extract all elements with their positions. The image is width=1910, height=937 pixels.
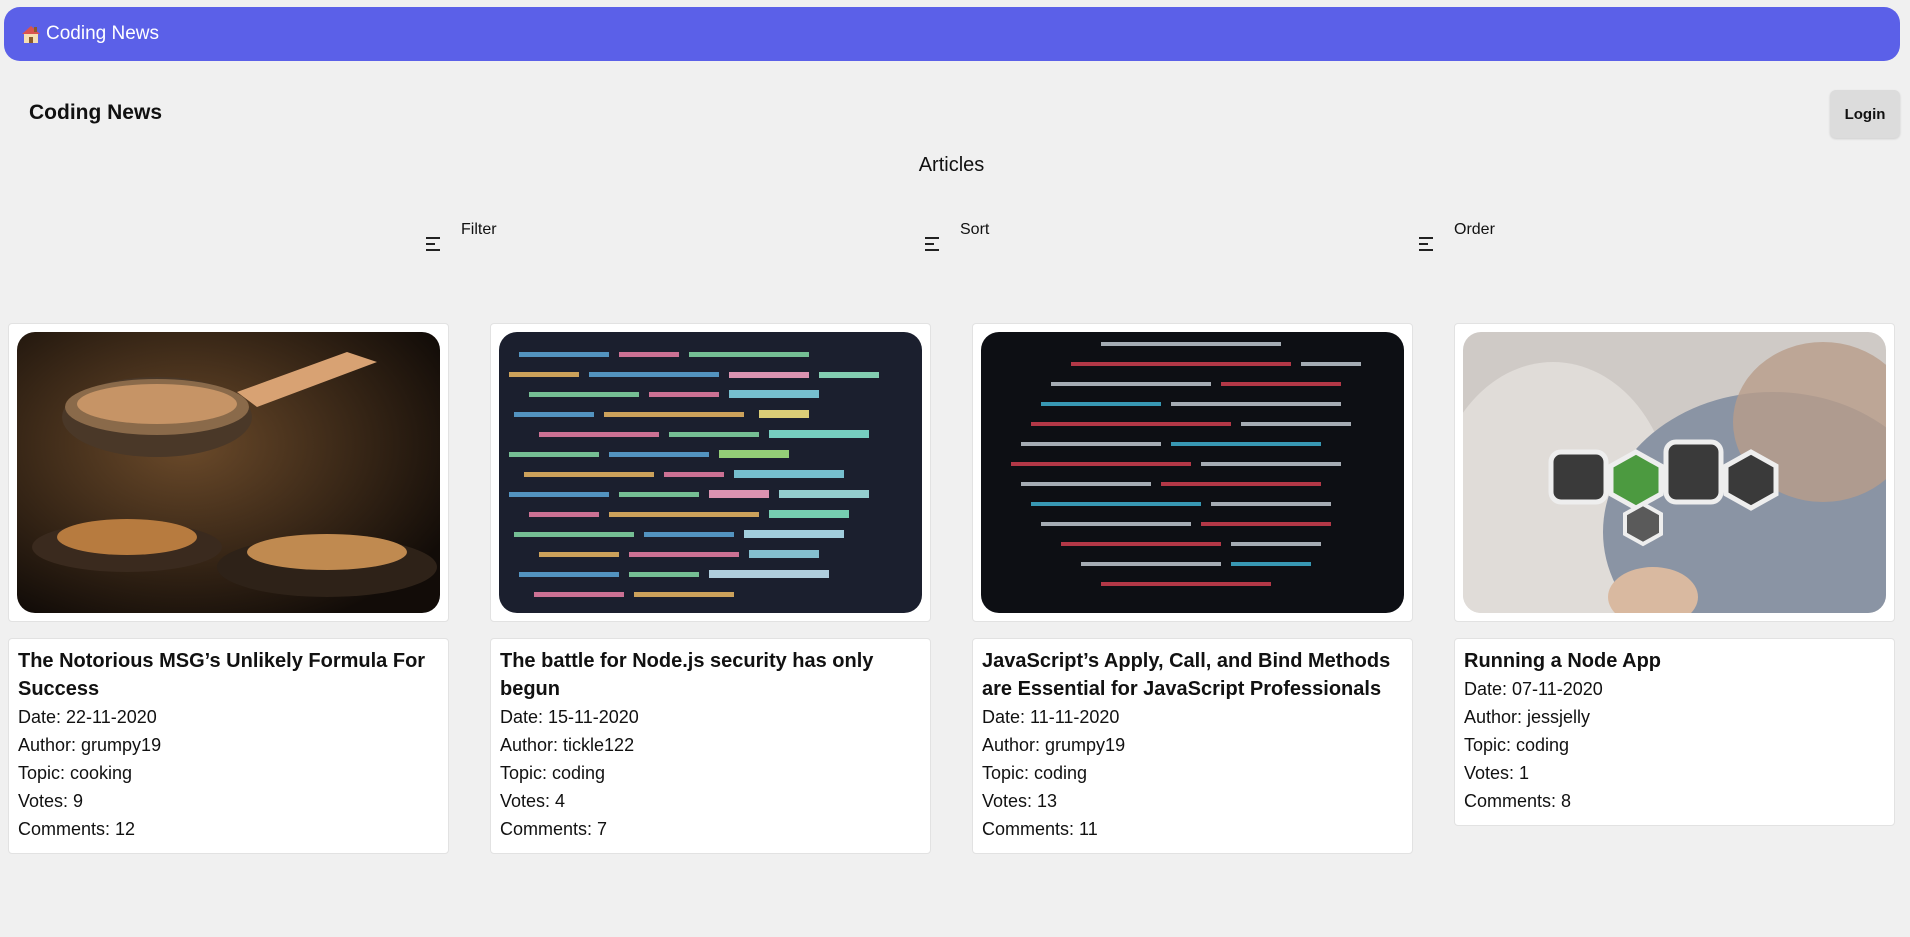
article-image-card[interactable] [1454,323,1895,622]
article-topic: Topic: cooking [18,763,133,783]
article-comments: Comments: 12 [18,819,136,839]
article-info-card[interactable]: The battle for Node.js security has only… [490,638,931,854]
article-comments: Comments: 8 [1464,791,1572,811]
article-topic: Topic: coding [1464,735,1570,755]
filter-control[interactable]: Filter [426,221,497,251]
nav-brand-link[interactable]: Coding News [46,23,159,45]
article-author: Author: grumpy19 [982,735,1126,755]
filter-menu-icon [426,237,440,251]
article-votes: Votes: 9 [18,791,84,811]
article-title[interactable]: Running a Node App [1464,647,1885,675]
sort-menu-icon [925,237,939,251]
cooking-photo [17,332,440,613]
article-votes: Votes: 1 [1464,763,1530,783]
article-image-card[interactable] [972,323,1413,622]
article-date: Date: 15-11-2020 [500,707,639,727]
article-votes: Votes: 4 [500,791,566,811]
article-author: Author: tickle122 [500,735,635,755]
article-topic: Topic: coding [982,763,1088,783]
article-title[interactable]: The Notorious MSG’s Unlikely Formula For… [18,647,439,703]
article-image[interactable] [1463,332,1886,613]
article-author: Author: jessjelly [1464,707,1591,727]
filter-label: Filter [461,221,497,238]
article-info-card[interactable]: Running a Node App Date: 07-11-2020 Auth… [1454,638,1895,826]
article-topic: Topic: coding [500,763,606,783]
article-author: Author: grumpy19 [18,735,162,755]
article-info-card[interactable]: The Notorious MSG’s Unlikely Formula For… [8,638,449,854]
article-image-card[interactable] [8,323,449,622]
order-control[interactable]: Order [1419,221,1495,251]
article-title[interactable]: The battle for Node.js security has only… [500,647,921,703]
home-icon[interactable] [20,23,42,45]
code-screen-photo [499,332,922,613]
sort-control[interactable]: Sort [925,221,989,251]
article-image[interactable] [17,332,440,613]
order-label: Order [1454,221,1495,238]
article-comments: Comments: 7 [500,819,608,839]
article-image[interactable] [981,332,1404,613]
article-title[interactable]: JavaScript’s Apply, Call, and Bind Metho… [982,647,1403,703]
sort-label: Sort [960,221,990,238]
nodejs-sticker-photo [1463,332,1886,613]
article-votes: Votes: 13 [982,791,1058,811]
site-title: Coding News [29,101,163,124]
login-button[interactable]: Login [1830,90,1900,138]
article-info-card[interactable]: JavaScript’s Apply, Call, and Bind Metho… [972,638,1413,854]
article-date: Date: 22-11-2020 [18,707,157,727]
order-menu-icon [1419,237,1433,251]
code-screen-photo [981,332,1404,613]
article-date: Date: 07-11-2020 [1464,679,1603,699]
top-nav-bar: Coding News [4,7,1900,61]
article-date: Date: 11-11-2020 [982,707,1120,727]
article-comments: Comments: 11 [982,819,1098,839]
article-image-card[interactable] [490,323,931,622]
article-image[interactable] [499,332,922,613]
articles-heading: Articles [918,154,985,176]
